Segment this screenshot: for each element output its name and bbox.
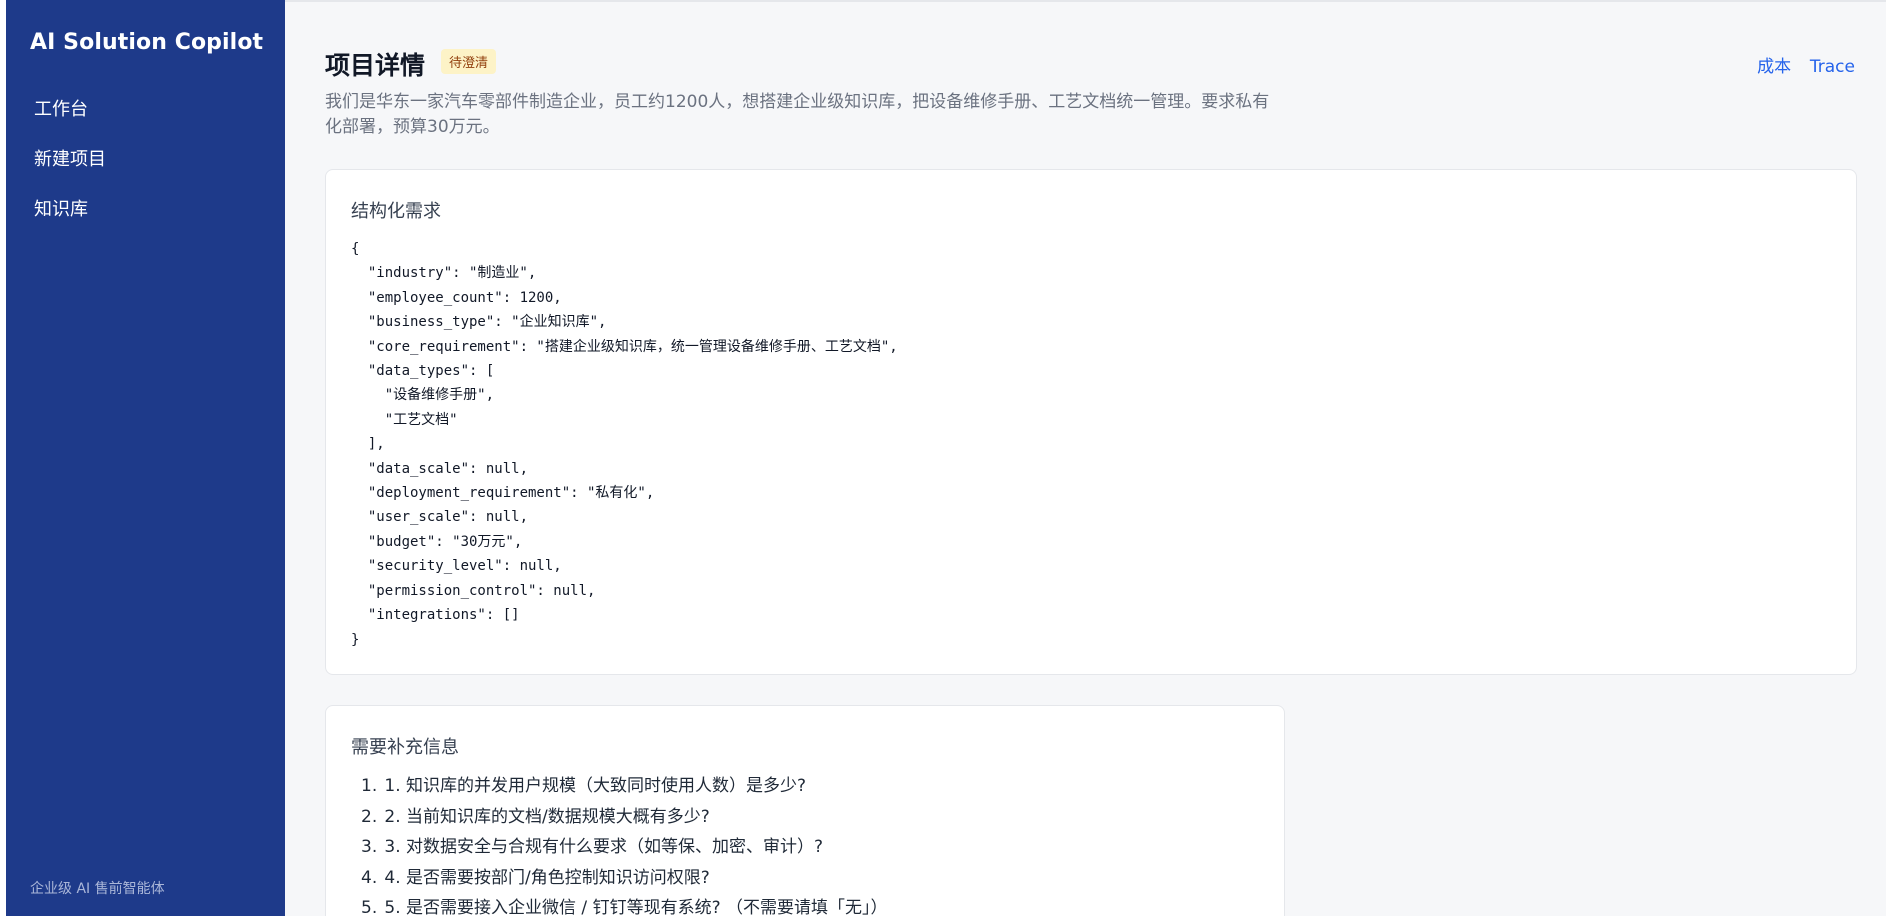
sidebar-item-new-project[interactable]: 新建项目 xyxy=(34,147,106,197)
card-title: 结构化需求 xyxy=(351,201,441,222)
question-number: 4. xyxy=(361,867,378,888)
header-links: 成本 Trace xyxy=(1743,52,1855,77)
card-title: 需要补充信息 xyxy=(351,737,459,758)
sidebar-item-workbench[interactable]: 工作台 xyxy=(34,97,106,147)
question-number: 1. xyxy=(361,776,378,796)
project-description: 我们是华东一家汽车零部件制造企业，员工约1200人，想搭建企业级知识库，把设备维… xyxy=(325,92,1270,137)
question-text: 2. 当前知识库的文档/数据规模大概有多少? xyxy=(384,806,710,827)
app-brand: AI Solution Copilot xyxy=(30,30,264,55)
question-text: 3. 对数据安全与合规有什么要求（如等保、加密、审计）? xyxy=(384,837,824,857)
trace-link[interactable]: Trace xyxy=(1810,57,1855,77)
page-title: 项目详情 xyxy=(325,51,426,80)
more-info-card: 需要补充信息 1. 1. 知识库的并发用户规模（大致同时使用人数）是多少? 2.… xyxy=(325,705,1285,916)
question-text: 1. 知识库的并发用户规模（大致同时使用人数）是多少? xyxy=(384,776,807,796)
question-list: 1. 1. 知识库的并发用户规模（大致同时使用人数）是多少? 2. 2. 当前知… xyxy=(361,771,888,916)
list-item: 4. 4. 是否需要按部门/角色控制知识访问权限? xyxy=(361,863,888,894)
question-number: 3. xyxy=(361,837,378,857)
list-item: 1. 1. 知识库的并发用户规模（大致同时使用人数）是多少? xyxy=(361,771,888,802)
sidebar-nav: 工作台 新建项目 知识库 xyxy=(34,97,106,247)
list-item: 5. 5. 是否需要接入企业微信 / 钉钉等现有系统? （不需要请填「无」） xyxy=(361,893,888,916)
list-item: 2. 2. 当前知识库的文档/数据规模大概有多少? xyxy=(361,802,888,833)
question-text: 5. 是否需要接入企业微信 / 钉钉等现有系统? （不需要请填「无」） xyxy=(384,898,888,916)
question-number: 5. xyxy=(361,898,378,916)
question-number: 2. xyxy=(361,806,378,827)
sidebar-item-knowledge-base[interactable]: 知识库 xyxy=(34,197,106,247)
sidebar: AI Solution Copilot 工作台 新建项目 知识库 企业级 AI … xyxy=(6,0,285,916)
cost-link[interactable]: 成本 xyxy=(1757,57,1791,77)
question-text: 4. 是否需要按部门/角色控制知识访问权限? xyxy=(384,867,710,888)
sidebar-footer: 企业级 AI 售前智能体 xyxy=(30,881,165,897)
requirements-json: { "industry": "制造业", "employee_count": 1… xyxy=(351,241,898,648)
main-content: 项目详情 待澄清 成本 Trace 我们是华东一家汽车零部件制造企业，员工约12… xyxy=(285,0,1886,916)
list-item: 3. 3. 对数据安全与合规有什么要求（如等保、加密、审计）? xyxy=(361,832,888,863)
structured-requirements-card: 结构化需求 { "industry": "制造业", "employee_cou… xyxy=(325,169,1857,675)
status-badge: 待澄清 xyxy=(441,49,497,74)
